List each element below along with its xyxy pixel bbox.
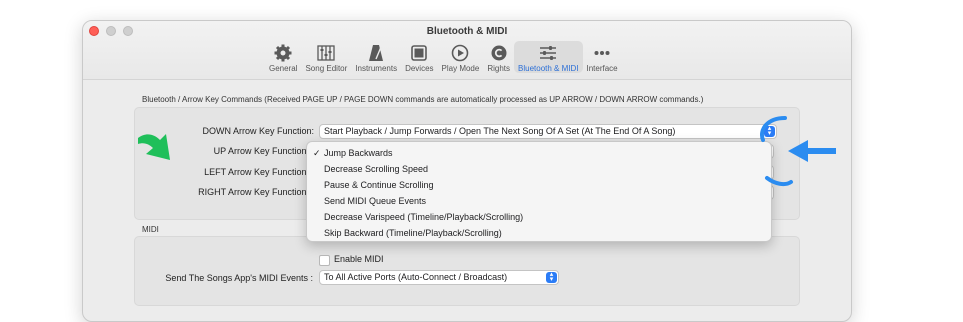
play-circle-icon xyxy=(452,44,469,62)
bluetooth-section-label: Bluetooth / Arrow Key Commands (Received… xyxy=(142,95,704,104)
enable-midi-checkbox[interactable] xyxy=(319,255,330,266)
title-bar: Bluetooth & MIDI General Song Editor Ins… xyxy=(83,21,851,80)
tab-rights-label: Rights xyxy=(487,64,511,73)
sliders-icon xyxy=(540,46,557,60)
preferences-toolbar: General Song Editor Instruments Devices … xyxy=(265,41,622,75)
menu-item-label: Skip Backward (Timeline/Playback/Scrolli… xyxy=(324,228,502,238)
tab-play-mode[interactable]: Play Mode xyxy=(438,41,484,73)
menu-item-label: Jump Backwards xyxy=(324,148,393,158)
blue-arrow-icon xyxy=(788,140,836,162)
down-arrow-label: DOWN Arrow Key Function: xyxy=(202,126,314,136)
tab-song-editor-label: Song Editor xyxy=(305,64,348,73)
send-midi-events-popup[interactable]: To All Active Ports (Auto-Connect / Broa… xyxy=(319,270,559,285)
tab-interface-label: Interface xyxy=(586,64,618,73)
tab-interface[interactable]: Interface xyxy=(583,41,622,73)
menu-item-label: Decrease Scrolling Speed xyxy=(324,164,429,174)
menu-item-label: Send MIDI Queue Events xyxy=(324,196,427,206)
midi-section-label: MIDI xyxy=(142,225,159,234)
down-arrow-value: Start Playback / Jump Forwards / Open Th… xyxy=(324,126,676,136)
checkmark-icon: ✓ xyxy=(313,148,321,158)
menu-item-skip-backward[interactable]: Skip Backward (Timeline/Playback/Scrolli… xyxy=(307,225,771,241)
tab-play-mode-label: Play Mode xyxy=(441,64,480,73)
window-title: Bluetooth & MIDI xyxy=(426,26,508,37)
menu-item-send-midi-queue-events[interactable]: Send MIDI Queue Events xyxy=(307,193,771,209)
tab-instruments-label: Instruments xyxy=(355,64,398,73)
green-arrow-icon xyxy=(138,134,170,160)
send-midi-events-value: To All Active Ports (Auto-Connect / Broa… xyxy=(324,272,508,282)
menu-item-pause-continue-scrolling[interactable]: Pause & Continue Scrolling xyxy=(307,177,771,193)
tab-devices[interactable]: Devices xyxy=(401,41,437,73)
tab-devices-label: Devices xyxy=(405,64,434,73)
ellipsis-icon xyxy=(594,51,610,55)
copyright-icon xyxy=(491,45,507,61)
menu-item-jump-backwards[interactable]: ✓ Jump Backwards xyxy=(307,145,771,161)
tab-song-editor[interactable]: Song Editor xyxy=(301,41,351,73)
tab-general[interactable]: General xyxy=(265,41,301,73)
down-arrow-popup[interactable]: Start Playback / Jump Forwards / Open Th… xyxy=(319,124,777,139)
menu-item-label: Pause & Continue Scrolling xyxy=(324,180,434,190)
device-icon xyxy=(411,45,428,61)
enable-midi-label: Enable MIDI xyxy=(334,254,384,264)
menu-item-decrease-scrolling-speed[interactable]: Decrease Scrolling Speed xyxy=(307,161,771,177)
tab-bluetooth-midi[interactable]: Bluetooth & MIDI xyxy=(514,41,583,73)
tab-general-label: General xyxy=(269,64,298,73)
up-arrow-dropdown-menu: ✓ Jump Backwards Decrease Scrolling Spee… xyxy=(306,141,772,242)
menu-item-decrease-varispeed[interactable]: Decrease Varispeed (Timeline/Playback/Sc… xyxy=(307,209,771,225)
metronome-icon xyxy=(369,45,384,61)
chevron-updown-icon: ▴▾ xyxy=(546,271,557,283)
tab-instruments[interactable]: Instruments xyxy=(351,41,401,73)
menu-item-label: Decrease Varispeed (Timeline/Playback/Sc… xyxy=(324,212,524,222)
up-arrow-label: UP Arrow Key Function: xyxy=(213,146,309,156)
left-arrow-label: LEFT Arrow Key Function: xyxy=(204,167,309,177)
right-arrow-label: RIGHT Arrow Key Function: xyxy=(198,187,309,197)
tab-bluetooth-midi-label: Bluetooth & MIDI xyxy=(518,64,579,73)
sliders-grid-icon xyxy=(317,45,336,61)
tab-rights[interactable]: Rights xyxy=(483,41,514,73)
gear-icon xyxy=(274,44,292,62)
send-midi-events-label: Send The Songs App's MIDI Events : xyxy=(165,273,313,283)
